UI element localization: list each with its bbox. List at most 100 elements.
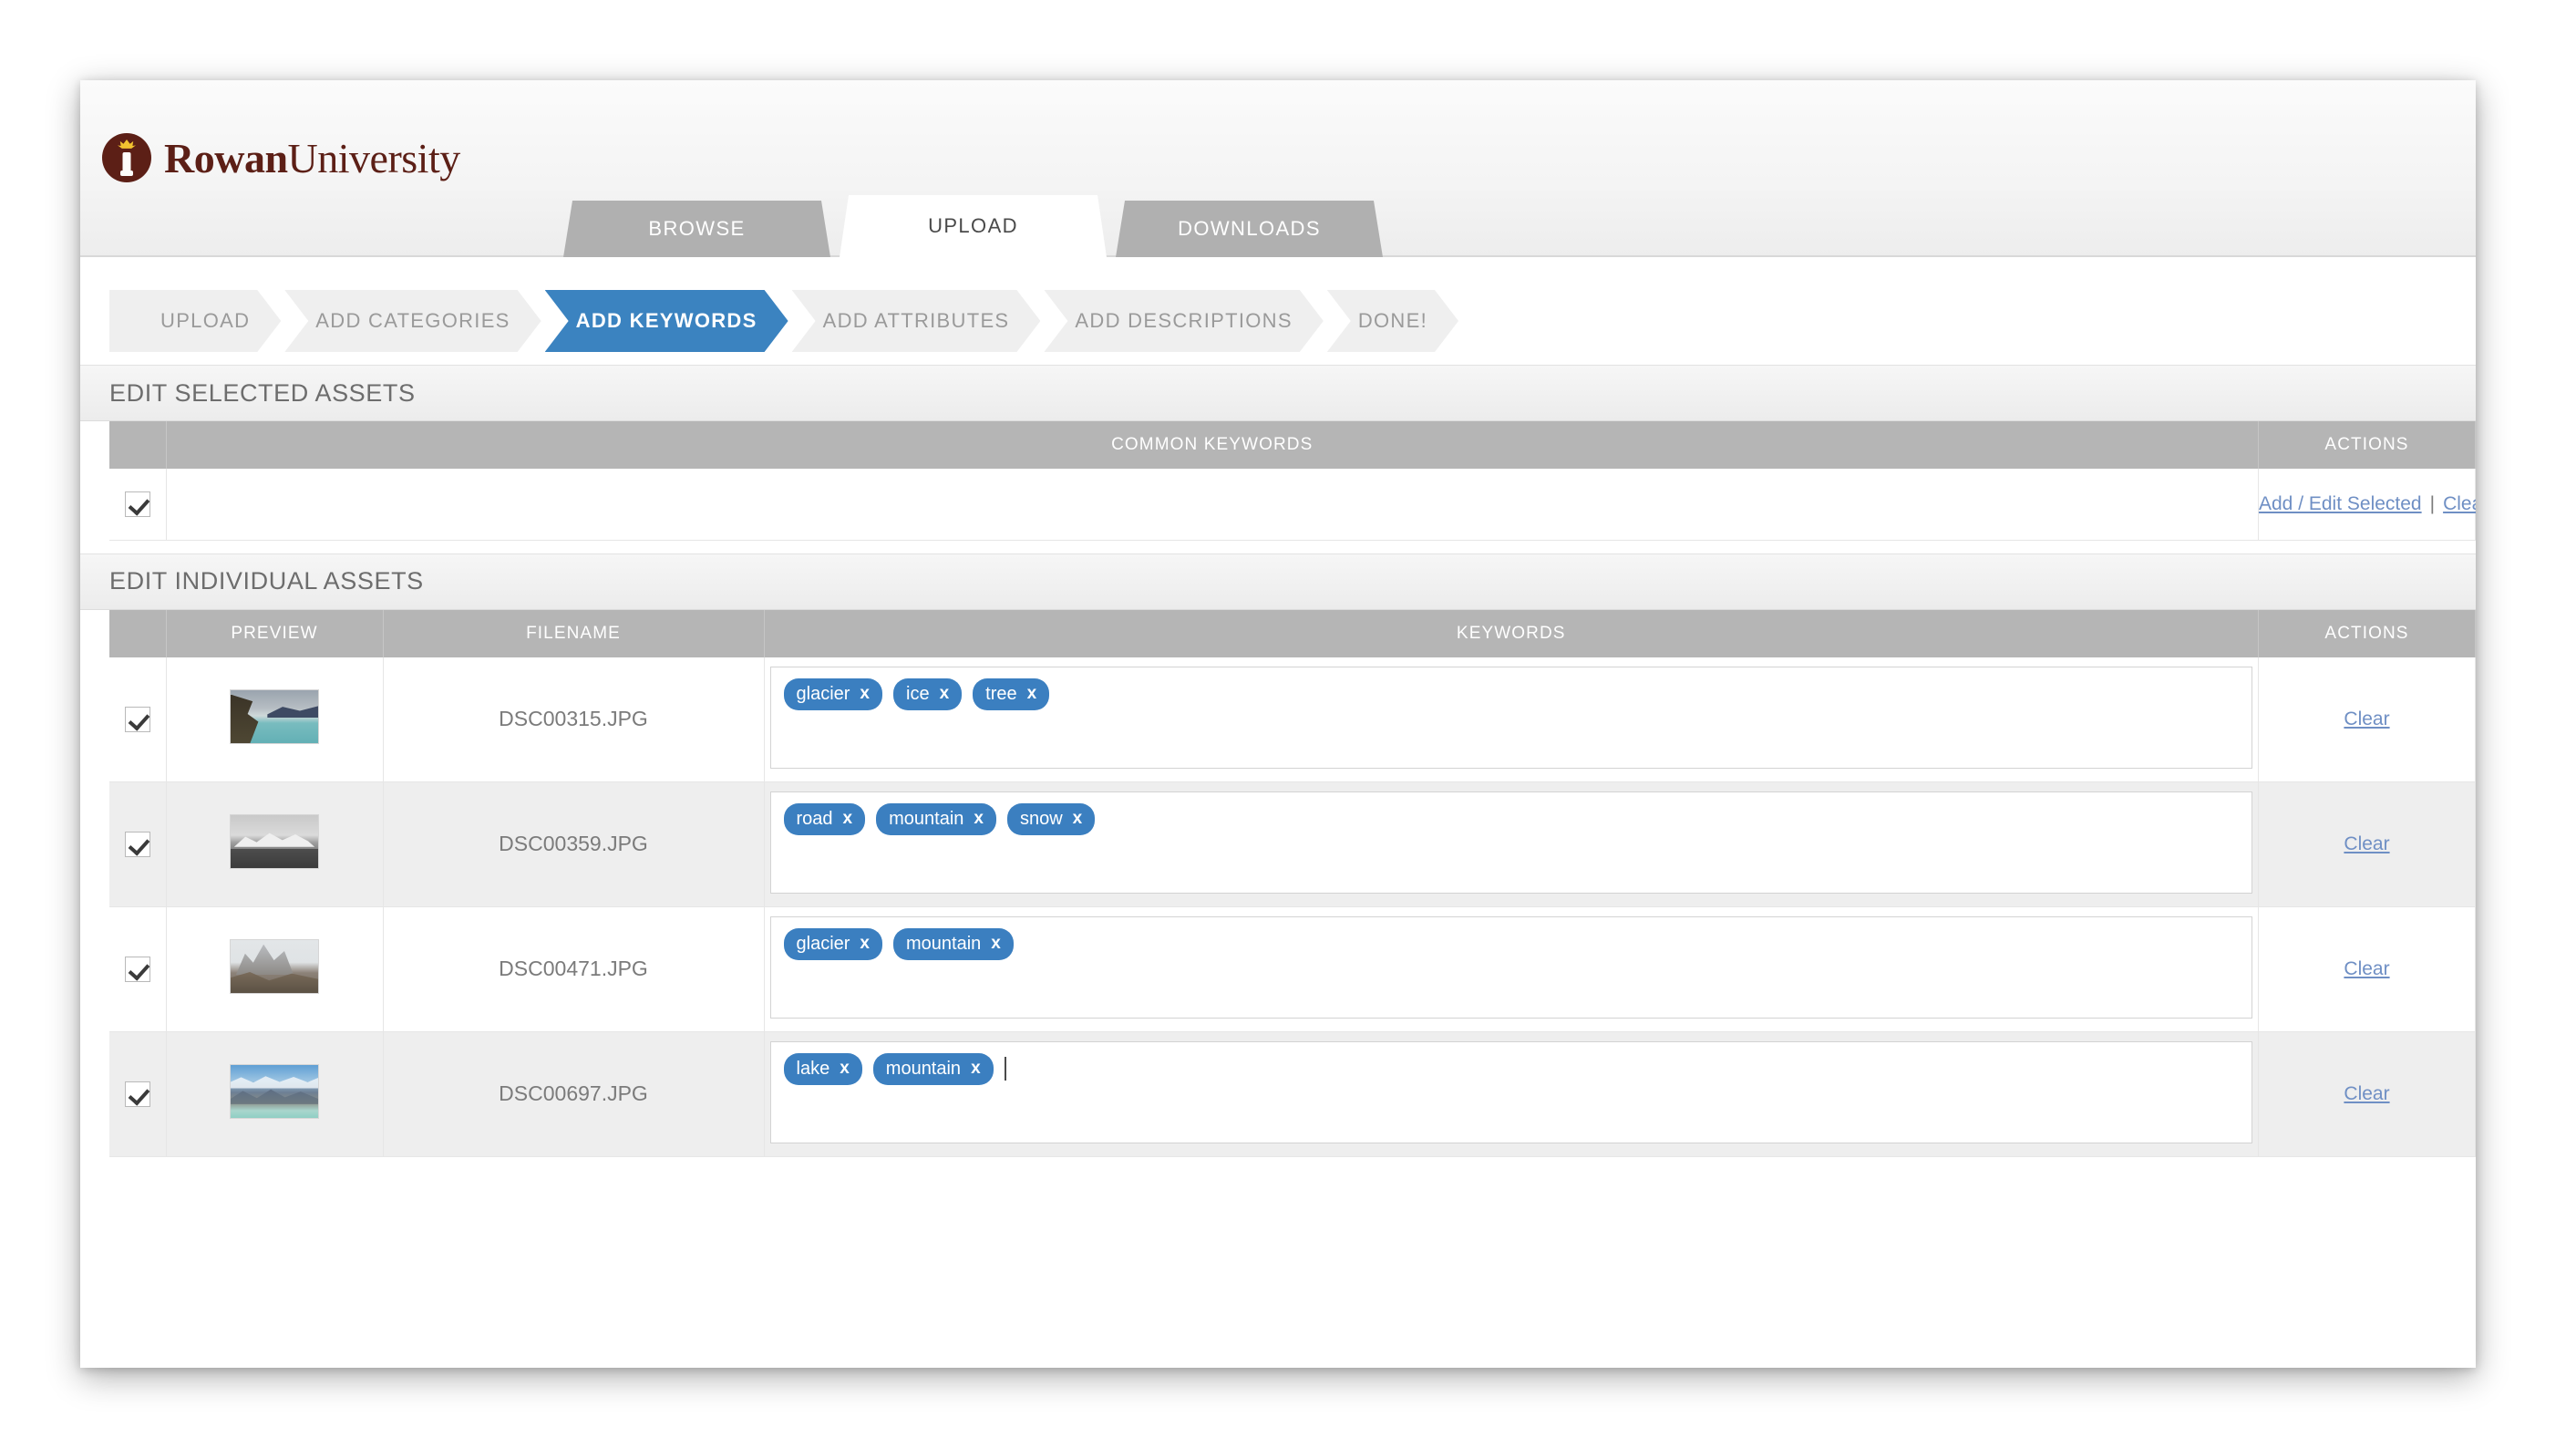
row-checkbox-cell [109, 781, 167, 907]
wizard-step-add-descriptions[interactable]: ADD DESCRIPTIONS [1044, 290, 1323, 352]
row-checkbox[interactable] [124, 831, 150, 857]
asset-thumbnail[interactable] [230, 1064, 319, 1119]
row-clear-link[interactable]: Clear [2344, 958, 2389, 979]
row-checkbox[interactable] [124, 706, 150, 732]
tab-downloads[interactable]: DOWNLOADS [1116, 201, 1383, 257]
row-checkbox-cell [109, 657, 167, 782]
common-clear-link[interactable]: Clear [2443, 493, 2476, 514]
row-filename: DSC00697.JPG [383, 1031, 765, 1157]
table-row: DSC00315.JPG glacier x ice x tree x Clear [109, 657, 2476, 782]
remove-keyword-icon[interactable]: x [1027, 683, 1037, 705]
tab-upload[interactable]: UPLOAD [840, 195, 1107, 257]
row-clear-link[interactable]: Clear [2344, 708, 2389, 729]
row-keywords-cell: road x mountain x snow x [764, 781, 2259, 907]
keyword-pill[interactable]: snow x [1006, 802, 1096, 835]
table-row: DSC00697.JPG lake x mountain x Clear [109, 1031, 2476, 1157]
table-row: DSC00471.JPG glacier x mountain x Clear [109, 906, 2476, 1032]
logo-wordmark-bold: Rowan [164, 134, 288, 181]
common-row-checkbox[interactable] [124, 491, 150, 517]
wizard-step-add-attributes[interactable]: ADD ATTRIBUTES [792, 290, 1041, 352]
keyword-label: glacier [796, 933, 850, 954]
rowan-university-logo[interactable]: RowanUniversity [102, 133, 460, 182]
keyword-label: tree [985, 683, 1017, 704]
text-cursor [1004, 1056, 1006, 1081]
row-filename: DSC00471.JPG [383, 906, 765, 1032]
row-keywords-cell: lake x mountain x [764, 1031, 2259, 1157]
common-keywords-table: COMMON KEYWORDS ACTIONS Add / Edit Selec… [109, 421, 2476, 541]
table-row: DSC00359.JPG road x mountain x snow x Clear [109, 781, 2476, 907]
select-all-header [109, 421, 167, 469]
row-preview-cell [166, 1031, 384, 1157]
remove-keyword-icon[interactable]: x [1073, 808, 1083, 830]
keyword-pill[interactable]: tree x [973, 677, 1050, 710]
remove-keyword-icon[interactable]: x [840, 1058, 850, 1080]
keyword-pill[interactable]: mountain x [872, 1052, 994, 1085]
keywords-input[interactable]: glacier x mountain x [769, 915, 2252, 1019]
keywords-input[interactable]: lake x mountain x [769, 1040, 2252, 1143]
wizard-step-add-categories[interactable]: ADD CATEGORIES [284, 290, 541, 352]
row-clear-link[interactable]: Clear [2344, 833, 2389, 854]
common-row-checkbox-cell [109, 469, 167, 541]
keyword-label: snow [1019, 808, 1063, 829]
row-checkbox[interactable] [124, 956, 150, 982]
row-checkbox[interactable] [124, 1081, 150, 1107]
keywords-input[interactable]: road x mountain x snow x [769, 791, 2252, 894]
row-preview-cell [166, 781, 384, 907]
row-clear-link[interactable]: Clear [2344, 1083, 2389, 1104]
remove-keyword-icon[interactable]: x [971, 1058, 981, 1080]
keyword-pill[interactable]: lake x [783, 1052, 862, 1085]
keyword-pill[interactable]: glacier x [783, 677, 882, 710]
individual-assets-table: PREVIEW FILENAME KEYWORDS ACTIONS DSC003… [109, 609, 2476, 1157]
row-filename: DSC00359.JPG [383, 781, 765, 907]
logo-wordmark: RowanUniversity [164, 134, 460, 182]
filename-header: FILENAME [383, 609, 765, 657]
browser-window: RowanUniversity BROWSE UPLOAD DOWNLOADS … [80, 80, 2476, 1368]
keyword-label: mountain [885, 1058, 962, 1079]
asset-thumbnail[interactable] [230, 814, 319, 869]
wizard-step-upload[interactable]: UPLOAD [109, 290, 281, 352]
wizard-breadcrumb: UPLOAD ADD CATEGORIES ADD KEYWORDS ADD A… [109, 290, 2206, 352]
page-bottom-space [80, 1156, 2476, 1276]
common-keywords-cell[interactable] [166, 469, 2259, 541]
actions-separator: | [2429, 492, 2436, 514]
keyword-label: road [796, 808, 833, 829]
edit-selected-assets-heading: EDIT SELECTED ASSETS [80, 365, 2476, 421]
wizard-step-add-keywords[interactable]: ADD KEYWORDS [545, 290, 788, 352]
tab-browse[interactable]: BROWSE [563, 201, 830, 257]
keyword-label: glacier [796, 683, 850, 704]
actions-header: ACTIONS [2258, 609, 2476, 657]
preview-header: PREVIEW [166, 609, 384, 657]
asset-thumbnail[interactable] [230, 939, 319, 994]
keyword-pill[interactable]: mountain x [893, 927, 1014, 960]
common-keywords-row: Add / Edit Selected | Clear [109, 469, 2476, 541]
add-edit-selected-link[interactable]: Add / Edit Selected [2259, 493, 2422, 514]
site-header: RowanUniversity BROWSE UPLOAD DOWNLOADS [80, 80, 2476, 257]
keyword-pill[interactable]: mountain x [876, 802, 996, 835]
row-actions-cell: Clear [2258, 1031, 2476, 1157]
keyword-pill[interactable]: glacier x [783, 927, 882, 960]
remove-keyword-icon[interactable]: x [860, 933, 870, 955]
remove-keyword-icon[interactable]: x [940, 683, 950, 705]
row-select-header [109, 609, 167, 657]
row-keywords-cell: glacier x ice x tree x [764, 657, 2259, 782]
keywords-header: KEYWORDS [764, 609, 2259, 657]
page-body: UPLOAD ADD CATEGORIES ADD KEYWORDS ADD A… [80, 257, 2476, 1368]
row-keywords-cell: glacier x mountain x [764, 906, 2259, 1032]
keywords-input[interactable]: glacier x ice x tree x [769, 666, 2252, 769]
keyword-label: ice [906, 683, 930, 704]
keyword-label: mountain [906, 933, 982, 954]
keyword-pill[interactable]: ice x [893, 677, 963, 710]
remove-keyword-icon[interactable]: x [860, 683, 870, 705]
remove-keyword-icon[interactable]: x [974, 808, 984, 830]
asset-thumbnail[interactable] [230, 689, 319, 744]
keyword-pill[interactable]: road x [783, 802, 866, 835]
keyword-label: lake [796, 1058, 830, 1079]
remove-keyword-icon[interactable]: x [991, 933, 1001, 955]
row-checkbox-cell [109, 1031, 167, 1157]
wizard-step-done[interactable]: DONE! [1327, 290, 1458, 352]
keyword-label: mountain [889, 808, 964, 829]
row-filename: DSC00315.JPG [383, 657, 765, 782]
row-preview-cell [166, 906, 384, 1032]
row-actions-cell: Clear [2258, 906, 2476, 1032]
remove-keyword-icon[interactable]: x [843, 808, 853, 830]
